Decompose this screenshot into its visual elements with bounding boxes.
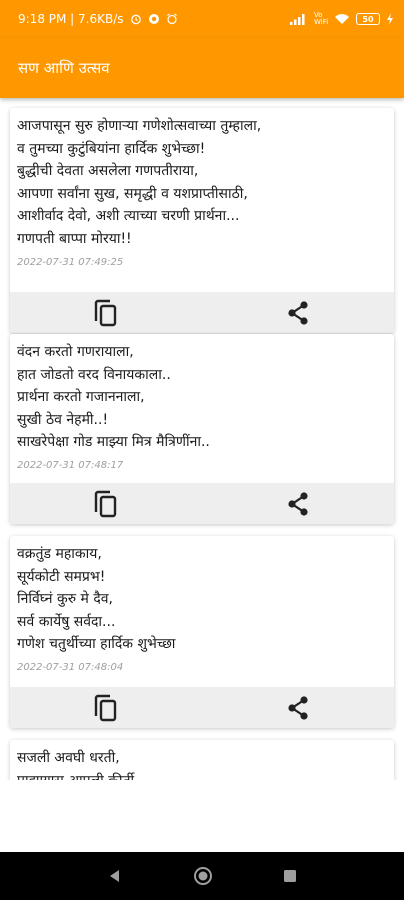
battery-level: 50	[362, 14, 374, 24]
status-time-speed: 9:18 PM | 7.6KB/s	[18, 12, 124, 26]
charging-icon	[387, 13, 393, 25]
copy-icon	[94, 490, 117, 517]
recents-icon[interactable]	[283, 869, 297, 883]
share-icon	[288, 300, 308, 325]
status-bar: 9:18 PM | 7.6KB/s Vo WiFi 50	[0, 0, 404, 38]
network-label: Vo WiFi	[314, 11, 329, 26]
alarm-icon	[130, 14, 141, 25]
home-icon[interactable]	[193, 866, 213, 886]
quotes-list[interactable]: आजपासून सुरु होणाऱ्या गणेशोत्सवाच्या तुम…	[0, 98, 404, 780]
page-title: सण आणि उत्सव	[18, 59, 110, 77]
quote-timestamp: 2022-07-31 07:49:25	[17, 256, 124, 268]
copy-icon	[94, 694, 117, 721]
quote-timestamp: 2022-07-31 07:48:04	[17, 661, 124, 673]
wifi-icon	[335, 14, 349, 24]
card-actions	[10, 483, 394, 524]
system-nav-bar	[0, 852, 404, 900]
share-icon	[288, 695, 308, 720]
back-icon[interactable]	[107, 868, 123, 884]
copy-button[interactable]	[10, 292, 202, 333]
alarm-clock-icon	[166, 13, 177, 25]
app-bar: सण आणि उत्सव	[0, 38, 404, 98]
share-button[interactable]	[202, 292, 394, 333]
card-actions	[10, 292, 394, 333]
quote-timestamp: 2022-07-31 07:48:17	[17, 459, 124, 471]
copy-button[interactable]	[10, 483, 202, 524]
quote-text: आजपासून सुरु होणाऱ्या गणेशोत्सवाच्या तुम…	[17, 118, 262, 247]
quote-card: सजली अवघी धरती, पाहण्यास आपली कीर्ती	[10, 740, 394, 780]
circle-app-icon	[148, 14, 159, 24]
share-button[interactable]	[202, 483, 394, 524]
copy-icon	[94, 299, 117, 326]
card-actions	[10, 687, 394, 728]
quote-text: सजली अवघी धरती, पाहण्यास आपली कीर्ती	[17, 750, 134, 780]
copy-button[interactable]	[10, 687, 202, 728]
signal-icon	[290, 14, 305, 25]
share-button[interactable]	[202, 687, 394, 728]
quote-card: वंदन करतो गणरायाला, हात जोडतो वरद विनायक…	[10, 334, 394, 524]
battery-icon: 50	[356, 13, 380, 25]
share-icon	[288, 491, 308, 516]
quote-text: वंदन करतो गणरायाला, हात जोडतो वरद विनायक…	[17, 344, 210, 451]
quote-text: वक्रतुंड महाकाय, सूर्यकोटी समप्रभ! निर्व…	[17, 546, 176, 653]
quote-card: वक्रतुंड महाकाय, सूर्यकोटी समप्रभ! निर्व…	[10, 536, 394, 728]
quote-card: आजपासून सुरु होणाऱ्या गणेशोत्सवाच्या तुम…	[10, 108, 394, 333]
